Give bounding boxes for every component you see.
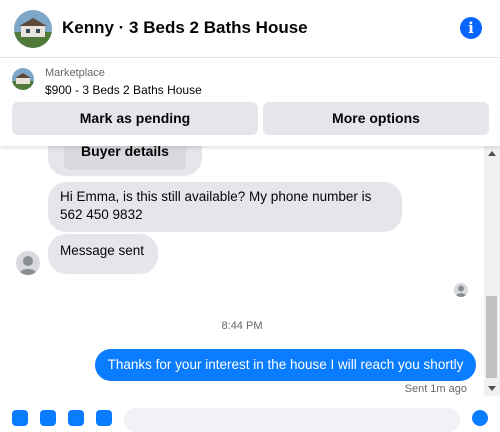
message-composer [0,404,500,432]
message-timestamp: 8:44 PM [221,320,263,332]
message-thread: Buyer details Hi Emma, is this still ava… [0,146,484,409]
incoming-message[interactable]: Message sent [48,234,158,274]
more-options-button[interactable]: More options [263,102,489,135]
conversation-header: Kenny · 3 Beds 2 Baths House i [0,0,500,58]
listing-panel: Marketplace $900 - 3 Beds 2 Baths House … [0,58,500,146]
listing-title[interactable]: $900 - 3 Beds 2 Baths House [45,83,202,97]
delivery-status: Sent 1m ago [404,383,467,395]
info-icon[interactable]: i [460,17,482,39]
house-avatar[interactable] [14,10,52,48]
conversation-title[interactable]: Kenny · 3 Beds 2 Baths House [62,18,308,38]
mark-as-pending-button[interactable]: Mark as pending [12,102,258,135]
scrollbar-thumb[interactable] [486,296,497,378]
thread-scrollbar[interactable] [484,146,500,396]
sender-avatar[interactable] [16,251,40,275]
scroll-up-arrow-icon[interactable] [488,151,496,156]
buyer-card: Buyer details [48,146,202,176]
gif-icon[interactable] [96,410,112,426]
sticker-icon[interactable] [68,410,84,426]
scroll-down-arrow-icon[interactable] [488,386,496,391]
buyer-details-button[interactable]: Buyer details [64,146,186,170]
outgoing-message[interactable]: Thanks for your interest in the house I … [95,349,476,381]
photo-icon[interactable] [40,410,56,426]
like-icon[interactable] [472,410,488,426]
listing-thumbnail[interactable] [12,68,34,90]
marketplace-label: Marketplace [45,67,105,79]
message-input[interactable] [124,408,460,432]
seen-avatar [454,283,468,297]
incoming-message[interactable]: Hi Emma, is this still available? My pho… [48,182,402,232]
plus-icon[interactable] [12,410,28,426]
